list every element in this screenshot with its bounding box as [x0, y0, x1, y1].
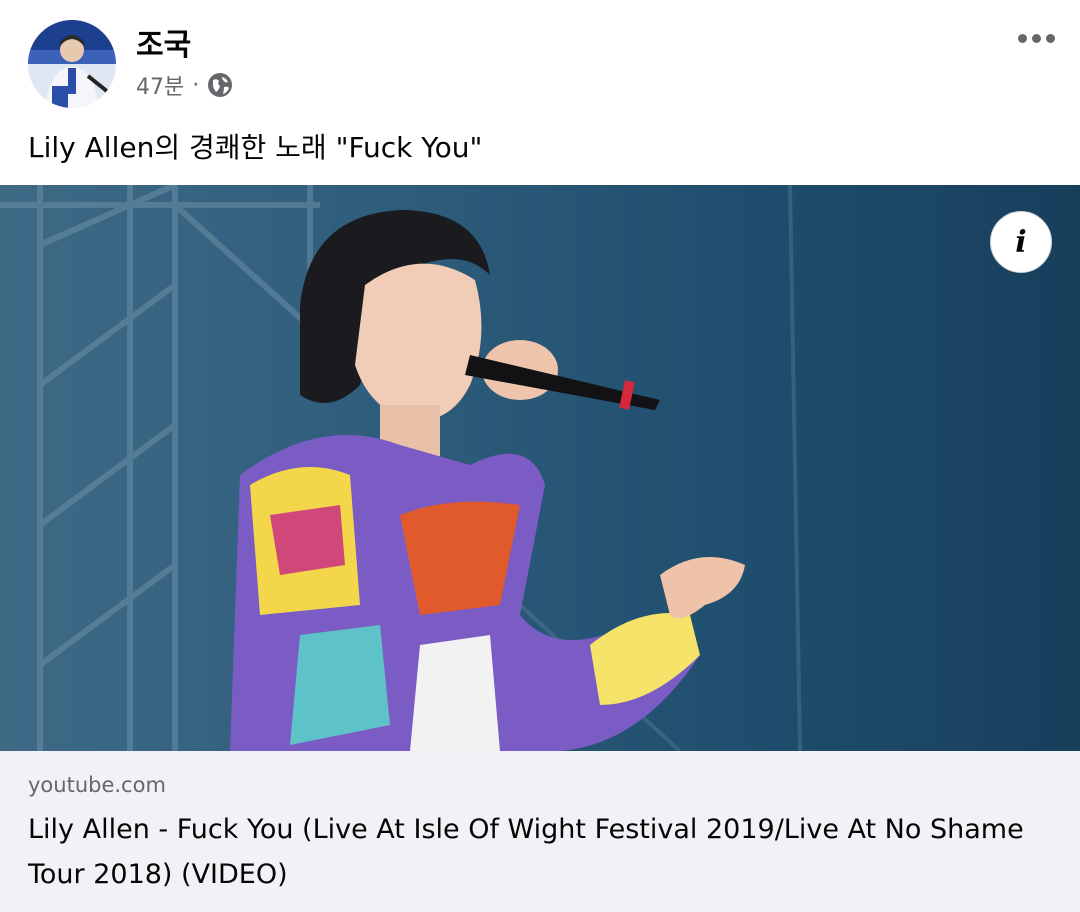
avatar[interactable] — [28, 20, 116, 108]
thumbnail-image — [0, 185, 802, 751]
video-thumbnail[interactable] — [0, 185, 1080, 751]
link-domain: youtube.com — [28, 773, 166, 797]
more-dot-icon — [1017, 33, 1027, 43]
post-meta: 47분 · — [136, 70, 233, 100]
avatar-photo — [28, 20, 116, 108]
globe-icon — [207, 72, 233, 98]
author-name[interactable]: 조국 — [136, 20, 191, 64]
link-title[interactable]: Lily Allen - Fuck You (Live At Isle Of W… — [28, 807, 1028, 897]
post-header: 조국 47분 · — [0, 0, 1080, 120]
post-time[interactable]: 47분 — [136, 69, 184, 101]
info-button[interactable]: i — [990, 211, 1052, 273]
link-preview-card[interactable]: youtube.com Lily Allen - Fuck You (Live … — [0, 751, 1080, 912]
more-dot-icon — [1031, 33, 1041, 43]
meta-separator: · — [192, 72, 200, 98]
post-text: Lily Allen의 경쾌한 노래 "Fuck You" — [28, 131, 483, 164]
more-options-button[interactable] — [1010, 24, 1062, 52]
more-dot-icon — [1045, 33, 1055, 43]
